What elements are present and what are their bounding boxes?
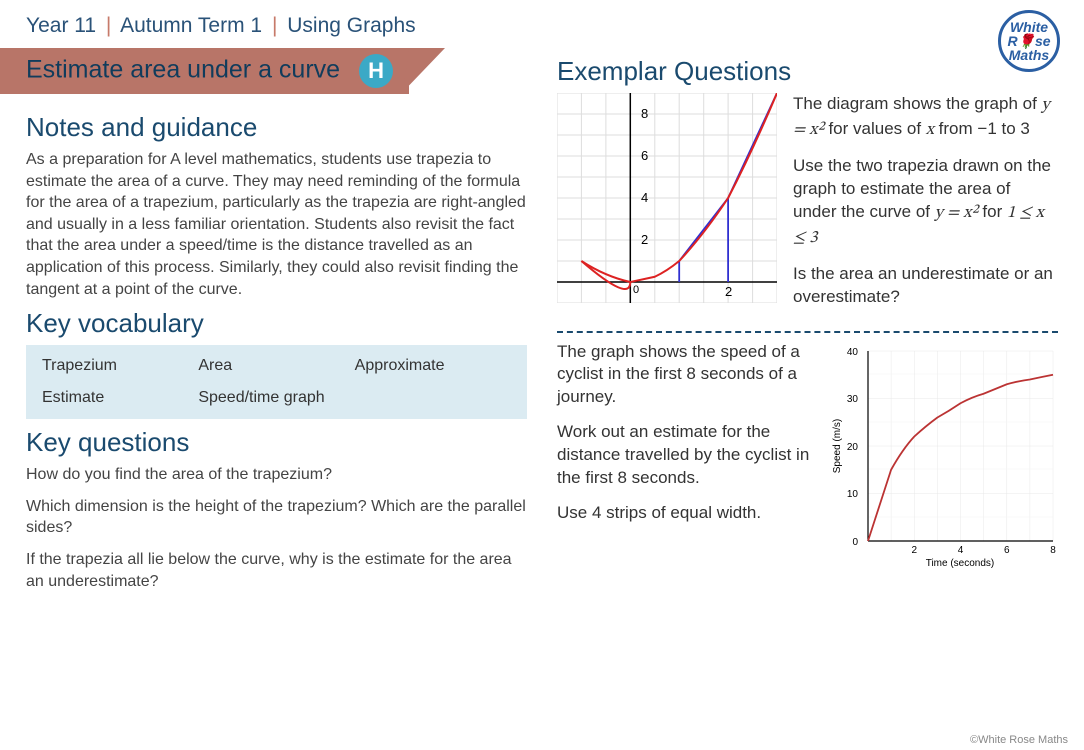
xlabel: Time (seconds) (926, 558, 995, 569)
breadcrumb-sep: | (106, 14, 111, 37)
key-question: How do you find the area of the trapeziu… (26, 464, 527, 486)
right-column: Exemplar Questions (557, 104, 1058, 602)
xtick: 6 (1004, 545, 1010, 556)
xtick: 2 (912, 545, 918, 556)
breadcrumb-year: Year 11 (26, 14, 96, 37)
question-divider (557, 331, 1058, 333)
logo-white-rose-maths: White R🌹se Maths (998, 10, 1060, 72)
vocab-term: Approximate (355, 357, 511, 375)
ytick: 40 (847, 347, 859, 358)
vocab-term: Speed/time graph (198, 389, 354, 407)
ytick: 10 (847, 489, 859, 500)
vocab-heading: Key vocabulary (26, 308, 527, 339)
vocab-term: Area (198, 357, 354, 375)
xtick: 2 (725, 284, 732, 299)
xtick: 8 (1050, 545, 1056, 556)
notes-body: As a preparation for A level mathematics… (26, 149, 527, 300)
breadcrumb: Year 11 | Autumn Term 1 | Using Graphs (0, 0, 1084, 48)
notes-heading: Notes and guidance (26, 112, 527, 143)
ytick: 8 (641, 106, 648, 121)
question-2-text: The graph shows the speed of a cyclist i… (557, 341, 812, 571)
graph-speed-time: 0 10 20 30 40 2 4 6 8 Time (seconds) Spe… (828, 341, 1058, 571)
banner-title: Estimate area under a curve (26, 56, 340, 84)
left-column: Notes and guidance As a preparation for … (26, 104, 527, 602)
ytick: 0 (852, 537, 858, 548)
lesson-banner: Estimate area under a curve H (0, 48, 409, 94)
ytick: 6 (641, 148, 648, 163)
vocab-box: Trapezium Area Approximate Estimate Spee… (26, 345, 527, 419)
question-2: The graph shows the speed of a cyclist i… (557, 341, 1058, 571)
key-question: If the trapezia all lie below the curve,… (26, 549, 527, 592)
ytick: 4 (641, 190, 648, 205)
breadcrumb-term: Autumn Term 1 (120, 14, 262, 37)
xtick: 4 (958, 545, 964, 556)
vocab-term: Estimate (42, 389, 198, 407)
copyright: ©White Rose Maths (970, 734, 1068, 746)
key-questions-heading: Key questions (26, 427, 527, 458)
exemplar-heading: Exemplar Questions (557, 56, 1058, 87)
vocab-term: Trapezium (42, 357, 198, 375)
vocab-term (355, 389, 511, 407)
ytick: 30 (847, 394, 859, 405)
ylabel: Speed (m/s) (832, 418, 843, 472)
key-question: Which dimension is the height of the tra… (26, 496, 527, 539)
question-1-text: The diagram shows the graph of y = x² fo… (793, 93, 1058, 321)
origin-label: 0 (633, 284, 639, 296)
breadcrumb-sep: | (272, 14, 277, 37)
graph-y-equals-x-squared: 8 6 4 2 0 2 (557, 93, 777, 303)
ytick: 20 (847, 442, 859, 453)
ytick: 2 (641, 232, 648, 247)
difficulty-badge: H (359, 54, 393, 88)
breadcrumb-topic: Using Graphs (287, 14, 415, 37)
question-1: 8 6 4 2 0 2 The diagram shows the graph … (557, 93, 1058, 321)
